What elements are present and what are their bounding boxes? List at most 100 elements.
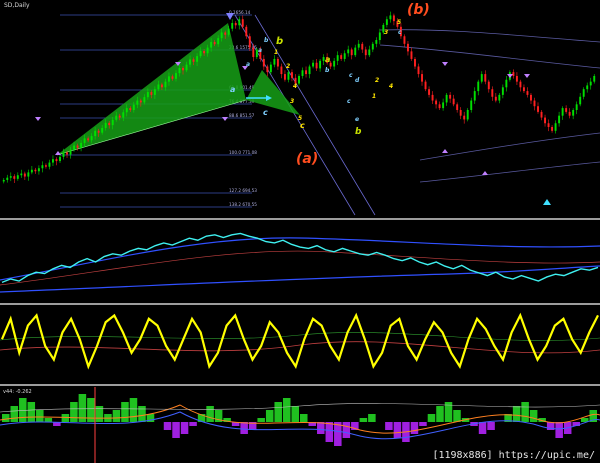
histogram-bar	[342, 422, 351, 438]
candle-body	[269, 64, 272, 73]
candle-body	[266, 66, 269, 73]
candle-body	[579, 96, 582, 105]
histogram-bar	[478, 422, 487, 434]
candle-body	[547, 123, 550, 128]
histogram-bar	[393, 422, 402, 438]
histogram-bar	[36, 410, 44, 422]
histogram-bar	[61, 414, 70, 422]
candle-body	[192, 59, 195, 62]
candle-body	[582, 89, 585, 97]
candle-body	[385, 19, 388, 25]
candle-body	[319, 60, 322, 69]
candle-body	[505, 79, 508, 88]
candle-body	[347, 49, 350, 54]
wave-label: c	[263, 108, 268, 117]
candle-body	[80, 142, 83, 148]
candle-body	[491, 89, 494, 97]
wave-label: c	[347, 98, 351, 105]
candle-body	[16, 175, 19, 179]
candle-body	[87, 138, 90, 141]
candle-body	[544, 117, 547, 124]
candle-body	[224, 32, 227, 35]
fib-label: 88.6 851.57	[229, 113, 255, 118]
histogram-bar	[206, 406, 214, 422]
fib-label: 100.0 771.08	[229, 150, 257, 155]
histogram-bar	[436, 406, 444, 422]
candle-body	[301, 70, 304, 76]
candle-body	[164, 81, 167, 88]
candle-body	[27, 172, 30, 177]
histogram-bar	[325, 422, 334, 442]
candle-body	[315, 62, 318, 69]
candle-body	[540, 111, 543, 118]
candle-body	[150, 92, 153, 95]
candle-body	[6, 177, 9, 180]
fib-label: 127.2 694.53	[229, 188, 257, 193]
candle-body	[501, 87, 504, 95]
candle-body	[146, 92, 149, 98]
histogram-bar	[129, 398, 138, 422]
histogram-bar	[291, 406, 299, 422]
candle-body	[498, 94, 501, 101]
wave-label: b	[325, 67, 330, 74]
histogram-bar	[138, 406, 146, 422]
candle-body	[515, 75, 518, 82]
candle-body	[101, 127, 104, 133]
candle-body	[392, 15, 395, 22]
candle-body	[122, 112, 125, 118]
candle-body	[189, 59, 192, 65]
candle-body	[561, 108, 564, 116]
candle-body	[2, 179, 5, 182]
histogram-bar	[172, 422, 180, 438]
wave-label: e	[355, 116, 359, 123]
candle-body	[526, 91, 529, 95]
candle-body	[41, 165, 44, 169]
histogram-bar	[300, 414, 308, 422]
histogram-bar	[10, 406, 19, 422]
candle-body	[157, 84, 160, 90]
candle-body	[480, 74, 483, 82]
histogram-bar	[19, 398, 27, 422]
candle-body	[378, 32, 381, 41]
candle-body	[231, 23, 234, 29]
candle-body	[273, 58, 276, 65]
wave-label: (a)	[296, 151, 318, 167]
candle-body	[435, 100, 438, 105]
candle-body	[417, 66, 420, 75]
candle-body	[241, 19, 244, 27]
histogram-bar	[163, 422, 172, 430]
candle-body	[111, 119, 114, 126]
candle-body	[9, 176, 12, 178]
histogram-bar	[427, 414, 436, 422]
candle-body	[298, 75, 300, 84]
candle-body	[55, 159, 58, 162]
candle-body	[167, 76, 170, 82]
candle-body	[350, 49, 353, 56]
candle-body	[34, 169, 37, 172]
candle-body	[410, 51, 413, 59]
candle-body	[575, 104, 578, 110]
candle-body	[589, 81, 592, 86]
candle-body	[283, 74, 286, 80]
candle-body	[533, 100, 536, 107]
candle-body	[220, 32, 223, 39]
candle-body	[94, 130, 97, 137]
candle-body	[431, 94, 434, 101]
candle-body	[305, 70, 307, 75]
watermark: [1198x886] https://upic.me/	[429, 450, 598, 461]
candle-body	[153, 89, 156, 95]
candle-body	[213, 41, 216, 45]
candle-body	[558, 115, 561, 124]
candle-body	[139, 100, 142, 103]
candle-body	[403, 36, 406, 44]
candle-body	[217, 38, 220, 45]
candle-body	[248, 36, 251, 48]
histogram-bar	[555, 422, 563, 438]
histogram-bar	[512, 406, 521, 422]
histogram-bar	[180, 422, 189, 434]
candle-body	[530, 94, 532, 101]
candle-body	[568, 111, 571, 116]
candle-body	[199, 51, 202, 57]
candle-body	[276, 58, 279, 67]
candle-body	[442, 102, 445, 109]
